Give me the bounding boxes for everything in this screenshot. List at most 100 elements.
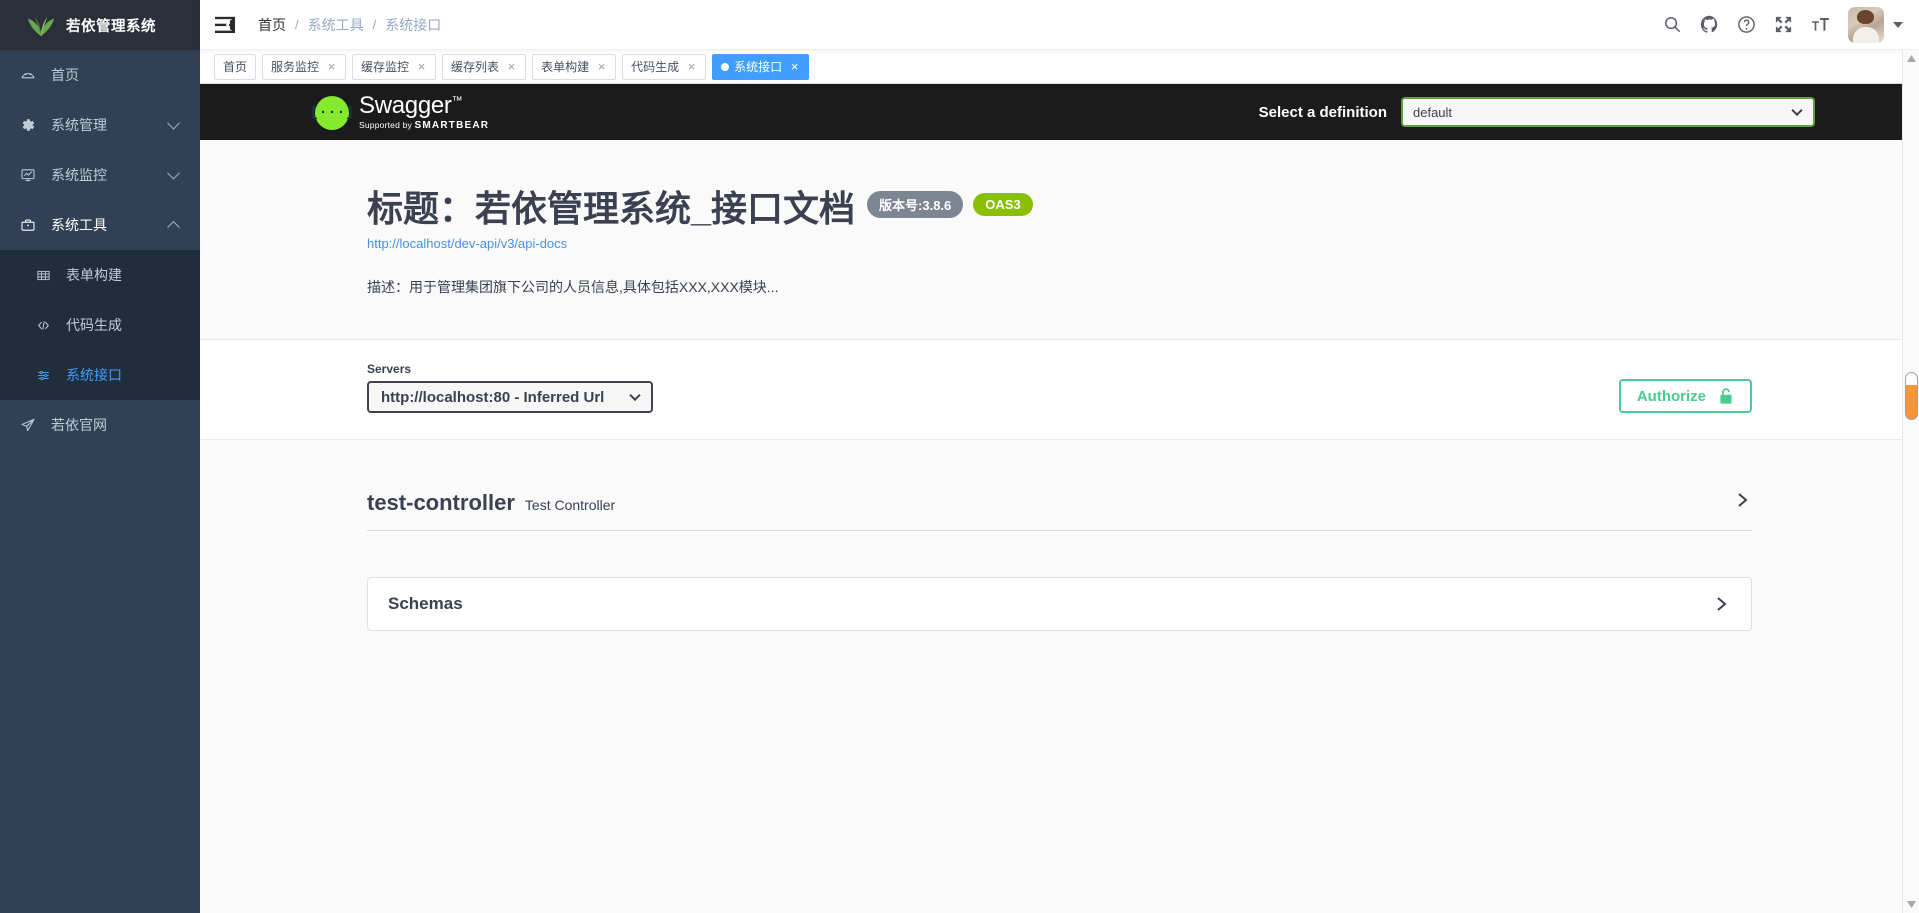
tag-section-test-controller[interactable]: test-controller Test Controller bbox=[367, 490, 1752, 532]
version-badge: 版本号:3.8.6 bbox=[867, 191, 964, 219]
close-icon[interactable]: × bbox=[686, 60, 697, 73]
breadcrumb-separator: / bbox=[295, 17, 299, 32]
api-docs-link[interactable]: http://localhost/dev-api/v3/api-docs bbox=[367, 236, 1752, 251]
help-icon[interactable] bbox=[1737, 15, 1756, 34]
ruoyi-leaf-logo-icon bbox=[27, 16, 55, 37]
select-definition-label: Select a definition bbox=[1258, 103, 1387, 121]
font-size-icon[interactable] bbox=[1811, 15, 1830, 34]
swagger-trademark: ™ bbox=[451, 94, 463, 107]
chevron-up-icon bbox=[167, 220, 180, 234]
sidebar-item-official-site[interactable]: 若依官网 bbox=[0, 400, 200, 450]
sidebar-menu: 首页 系统管理 系统监控 系统工具 表单构建 代码生成 系统接口 若依官网 bbox=[0, 50, 200, 913]
breadcrumb-separator: / bbox=[372, 17, 377, 32]
sidebar-item-system-tools[interactable]: 系统工具 bbox=[0, 200, 200, 250]
swagger-topbar: {···} Swagger™ Supported by SMARTBEAR Se… bbox=[200, 84, 1919, 140]
sidebar-item-home[interactable]: 首页 bbox=[0, 50, 200, 100]
chevron-down-icon bbox=[1893, 21, 1903, 28]
authorize-label: Authorize bbox=[1636, 387, 1706, 405]
authorize-button[interactable]: Authorize bbox=[1618, 379, 1752, 414]
tag-item[interactable]: 代码生成 × bbox=[622, 53, 707, 80]
navbar: 首页 / 系统工具 / 系统接口 bbox=[200, 0, 1919, 50]
active-dot-icon bbox=[721, 62, 730, 71]
fullscreen-icon[interactable] bbox=[1774, 15, 1793, 34]
tag-section-name: test-controller bbox=[367, 490, 515, 516]
swagger-logo[interactable]: {···} Swagger™ Supported by SMARTBEAR bbox=[310, 91, 490, 131]
tag-label: 服务监控 bbox=[271, 60, 320, 74]
tag-label: 缓存列表 bbox=[451, 60, 500, 74]
sidebar-logo-text: 若依管理系统 bbox=[66, 18, 156, 35]
swagger-word: Swagger bbox=[359, 91, 452, 119]
tag-label: 系统接口 bbox=[734, 60, 783, 74]
sidebar-item-system-monitor[interactable]: 系统监控 bbox=[0, 150, 200, 200]
sidebar-subitem-code-generator[interactable]: 代码生成 bbox=[0, 300, 200, 350]
app-main: {···} Swagger™ Supported by SMARTBEAR Se… bbox=[200, 84, 1919, 913]
github-icon[interactable] bbox=[1700, 15, 1719, 34]
app-root: 若依管理系统 首页 系统管理 系统监控 系统工具 表单构建 代码生成 系统接口 … bbox=[0, 0, 1919, 913]
close-icon[interactable]: × bbox=[326, 60, 337, 73]
breadcrumb-item-1[interactable]: 系统工具 bbox=[308, 15, 364, 35]
sidebar-item-label: 首页 bbox=[51, 67, 79, 83]
schemas-label: Schemas bbox=[388, 594, 463, 614]
tag-item[interactable]: 服务监控 × bbox=[262, 53, 347, 80]
tag-section-description: Test Controller bbox=[524, 497, 616, 514]
tag-label: 代码生成 bbox=[631, 60, 680, 74]
servers-label: Servers bbox=[367, 362, 412, 377]
sliders-icon bbox=[36, 366, 58, 384]
page-title: 标题：若依管理系统_接口文档 bbox=[367, 188, 856, 229]
sidebar-subitem-label: 表单构建 bbox=[66, 267, 122, 283]
swagger-brace-icon: {···} bbox=[310, 95, 355, 130]
sidebar-logo[interactable]: 若依管理系统 bbox=[0, 0, 200, 50]
gear-icon bbox=[20, 116, 44, 134]
servers-group: Servers http://localhost:80 - Inferred U… bbox=[367, 362, 653, 414]
send-icon bbox=[20, 416, 44, 434]
sidebar-item-label: 系统管理 bbox=[51, 117, 107, 133]
tag-item[interactable]: 缓存列表 × bbox=[442, 53, 527, 80]
chevron-down-icon bbox=[629, 390, 641, 402]
definition-select[interactable]: default bbox=[1401, 97, 1815, 127]
chevron-down-icon bbox=[1791, 104, 1803, 117]
sidebar-subitem-form-builder[interactable]: 表单构建 bbox=[0, 250, 200, 300]
definition-select-value: default bbox=[1413, 104, 1453, 120]
sidebar-subitem-label: 系统接口 bbox=[66, 367, 122, 383]
sidebar: 若依管理系统 首页 系统管理 系统监控 系统工具 表单构建 代码生成 系统接口 … bbox=[0, 0, 200, 913]
close-icon[interactable]: × bbox=[416, 60, 427, 73]
tag-item[interactable]: 首页 bbox=[214, 53, 257, 80]
sidebar-submenu-system-tools: 表单构建 代码生成 系统接口 bbox=[0, 250, 200, 400]
swagger-tags-section: test-controller Test Controller Schemas bbox=[347, 440, 1772, 632]
sidebar-item-label: 系统监控 bbox=[51, 167, 107, 183]
sidebar-subitem-system-interface[interactable]: 系统接口 bbox=[0, 350, 200, 400]
smartbear-brand: SMARTBEAR bbox=[414, 119, 490, 131]
scrollbar-track[interactable] bbox=[1903, 67, 1919, 896]
chevron-right-icon[interactable] bbox=[1732, 490, 1752, 510]
close-icon[interactable]: × bbox=[506, 60, 517, 73]
avatar-menu[interactable] bbox=[1848, 6, 1903, 43]
scroll-up-arrow-icon[interactable] bbox=[1903, 50, 1919, 67]
toolbox-icon bbox=[20, 216, 44, 234]
schemas-section[interactable]: Schemas bbox=[367, 577, 1752, 632]
server-select[interactable]: http://localhost:80 - Inferred Url bbox=[367, 381, 653, 414]
avatar bbox=[1848, 6, 1884, 43]
sidebar-item-system-management[interactable]: 系统管理 bbox=[0, 100, 200, 150]
api-title-row: 标题：若依管理系统_接口文档 版本号:3.8.6 OAS3 bbox=[367, 188, 1752, 229]
sidebar-item-label: 系统工具 bbox=[51, 217, 107, 233]
chevron-down-icon bbox=[167, 166, 180, 180]
sidebar-subitem-label: 代码生成 bbox=[66, 317, 122, 333]
swagger-info-block: 标题：若依管理系统_接口文档 版本号:3.8.6 OAS3 http://loc… bbox=[200, 140, 1919, 340]
tags-view: 首页 服务监控 × 缓存监控 × 缓存列表 × 表单构建 × 代码生成 × 系统… bbox=[200, 50, 1919, 84]
navbar-actions bbox=[1663, 6, 1919, 43]
scrollbar-thumb[interactable] bbox=[1904, 372, 1918, 420]
definition-selector-group: Select a definition default bbox=[1259, 97, 1919, 127]
hamburger-icon[interactable] bbox=[214, 15, 236, 35]
search-icon[interactable] bbox=[1663, 15, 1682, 34]
scroll-down-arrow-icon[interactable] bbox=[1903, 896, 1919, 913]
close-icon[interactable]: × bbox=[789, 60, 800, 73]
breadcrumb-item-2[interactable]: 系统接口 bbox=[385, 15, 441, 35]
breadcrumb: 首页 / 系统工具 / 系统接口 bbox=[258, 15, 441, 35]
monitor-icon bbox=[20, 166, 44, 184]
chevron-right-icon[interactable] bbox=[1711, 594, 1731, 614]
close-icon[interactable]: × bbox=[596, 60, 607, 73]
tag-item[interactable]: 表单构建 × bbox=[532, 53, 617, 80]
tag-item[interactable]: 缓存监控 × bbox=[352, 53, 437, 80]
tag-item-active[interactable]: 系统接口 × bbox=[712, 53, 810, 80]
page-scrollbar[interactable] bbox=[1902, 50, 1919, 913]
